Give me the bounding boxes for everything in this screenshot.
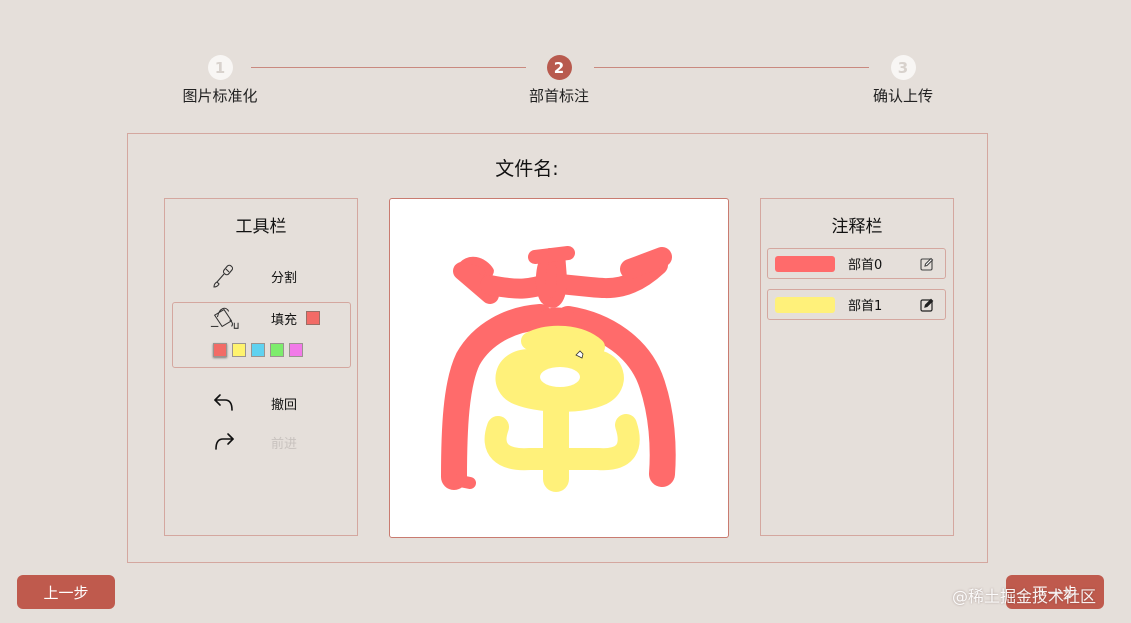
brush-icon [209,261,239,291]
fill-tool[interactable]: 填充 [209,303,349,333]
annotation-label: 部首1 [848,299,883,314]
tool-panel: 工具栏 分割 填充 撤回 前进 [164,198,358,536]
previous-step-button[interactable]: 上一步 [17,575,115,609]
file-name-title: 文件名: [495,158,559,180]
undo-tool[interactable]: 撤回 [209,388,349,418]
step-2: 2 部首标注 [499,55,619,106]
radical-1-region [484,325,640,492]
next-step-button[interactable]: 下一步 [1006,575,1104,609]
step-label: 部首标注 [528,87,589,105]
redo-tool[interactable]: 前进 [209,427,349,457]
current-fill-color[interactable] [306,311,321,325]
redo-icon [209,427,239,457]
edit-icon[interactable] [919,256,935,272]
fill-tool-label: 填充 [271,312,298,328]
palette-swatch-pink[interactable] [289,343,303,357]
annotation-workspace: 文件名: 工具栏 分割 填充 撤回 前进 注释栏 部首0 部首1 [127,133,988,563]
annotation-panel: 注释栏 部首0 部首1 [760,198,954,536]
annotation-item[interactable]: 部首0 [767,248,946,279]
glyph-image [441,246,676,492]
annotation-color-swatch [775,296,835,313]
step-number: 2 [546,55,572,80]
step-connector [594,67,869,68]
undo-tool-label: 撤回 [271,397,298,413]
step-1: 1 图片标准化 [160,55,280,106]
annotation-color-swatch [775,255,835,272]
undo-icon [209,388,239,418]
split-tool[interactable]: 分割 [209,261,349,291]
palette-swatch-yellow[interactable] [232,343,246,357]
redo-tool-label: 前进 [271,436,298,452]
step-connector [251,67,526,68]
tool-panel-title: 工具栏 [235,217,287,237]
step-3: 3 确认上传 [843,55,963,106]
annotation-item[interactable]: 部首1 [767,289,946,320]
palette-swatch-red[interactable] [213,343,227,357]
edit-active-icon[interactable] [919,297,935,313]
step-number: 1 [207,55,233,80]
glyph-hole [540,367,580,387]
split-tool-label: 分割 [271,270,298,286]
palette-swatch-green[interactable] [270,343,284,357]
annotation-label: 部首0 [848,258,883,273]
palette-swatch-blue[interactable] [251,343,265,357]
annotation-panel-title: 注释栏 [831,217,883,237]
drawing-canvas[interactable] [389,198,729,538]
fill-tool-box: 填充 [172,302,351,368]
paint-bucket-icon [209,303,239,333]
step-label: 确认上传 [872,87,933,105]
progress-stepper: 1 图片标准化 2 部首标注 3 确认上传 [0,0,1131,120]
step-label: 图片标准化 [182,87,258,105]
step-number: 3 [890,55,916,80]
color-palette [213,343,303,357]
